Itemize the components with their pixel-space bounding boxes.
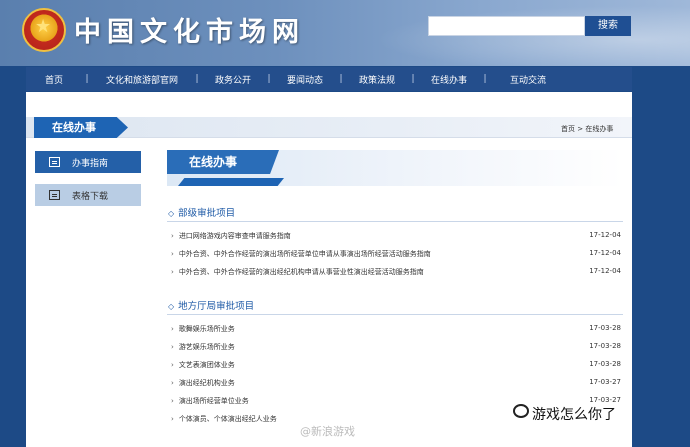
- list-item[interactable]: › 歌舞娱乐场所业务 17-03-28: [171, 324, 623, 336]
- national-emblem-icon: ★: [22, 8, 66, 52]
- list-item[interactable]: › 文艺表演团体业务 17-03-28: [171, 360, 623, 372]
- arrow-right-icon: ›: [171, 379, 174, 387]
- banner-title: 在线办事: [167, 150, 279, 174]
- watermark-center: @新浪游戏: [300, 425, 355, 438]
- nav-item-news[interactable]: 要闻动态: [274, 73, 336, 86]
- group-title-ministry: ◇ 部级审批项目: [168, 205, 235, 219]
- group-title-text: 地方厅局审批项目: [178, 301, 255, 312]
- nav-item-policy[interactable]: 政策法规: [346, 73, 408, 86]
- list-item-date: 17-03-27: [589, 378, 621, 386]
- main-nav: 首页 | 文化和旅游部官网 | 政务公开 | 要闻动态 | 政策法规 | 在线办…: [26, 67, 632, 91]
- list-item[interactable]: › 游艺娱乐场所业务 17-03-28: [171, 342, 623, 354]
- arrow-right-icon: ›: [171, 415, 174, 423]
- arrow-right-icon: ›: [171, 325, 174, 333]
- list-item-title[interactable]: 中外合资、中外合作经营的演出经纪机构申请从事营业性演出经营活动服务指南: [179, 268, 424, 276]
- list-item-date: 17-03-28: [589, 324, 621, 332]
- list-item[interactable]: › 中外合资、中外合作经营的演出经纪机构申请从事营业性演出经营活动服务指南 17-…: [171, 267, 623, 279]
- site-title[interactable]: 中国文化市场网: [74, 10, 305, 49]
- list-item[interactable]: › 进口网络游戏内容审查申请服务指南 17-12-04: [171, 231, 623, 243]
- nav-separator: |: [339, 74, 343, 84]
- nav-separator: |: [267, 74, 271, 84]
- list-item-title[interactable]: 个体演员、个体演出经纪人业务: [179, 415, 277, 423]
- arrow-right-icon: ›: [171, 250, 174, 258]
- list-item-title[interactable]: 中外合资、中外合作经营的演出场所经营单位申请从事演出场所经营活动服务指南: [179, 250, 431, 258]
- nav-item-online-service[interactable]: 在线办事: [418, 73, 480, 86]
- list-item-date: 17-03-28: [589, 342, 621, 350]
- list-item[interactable]: › 演出经纪机构业务 17-03-27: [171, 378, 623, 390]
- site-header: ★ 中国文化市场网 搜索: [0, 0, 690, 66]
- sidebar-item-form-download[interactable]: 表格下载: [35, 184, 141, 206]
- banner-stripe: [178, 178, 284, 186]
- list-item-title[interactable]: 文艺表演团体业务: [179, 361, 235, 369]
- arrow-right-icon: ›: [171, 232, 174, 240]
- nav-separator: |: [411, 74, 415, 84]
- diamond-icon: ◇: [168, 302, 175, 311]
- list-item-title[interactable]: 进口网络游戏内容审查申请服务指南: [179, 232, 291, 240]
- list-item-title[interactable]: 游艺娱乐场所业务: [179, 343, 235, 351]
- arrow-right-icon: ›: [171, 397, 174, 405]
- arrow-right-icon: ›: [171, 343, 174, 351]
- arrow-right-icon: ›: [171, 361, 174, 369]
- search-input[interactable]: [428, 16, 585, 36]
- sidebar-item-label: 表格下载: [72, 191, 109, 202]
- list-item-date: 17-03-28: [589, 360, 621, 368]
- group-divider: [167, 314, 623, 315]
- nav-item-gov-affairs[interactable]: 政务公开: [202, 73, 264, 86]
- nav-separator: |: [483, 74, 487, 84]
- form-icon: [49, 190, 60, 200]
- arrow-right-icon: ›: [171, 268, 174, 276]
- list-item-title[interactable]: 演出场所经营单位业务: [179, 397, 249, 405]
- group-divider: [167, 221, 623, 222]
- wechat-icon: [513, 404, 529, 418]
- section-title: 在线办事: [34, 117, 128, 138]
- list-item-date: 17-12-04: [589, 231, 621, 239]
- nav-item-home[interactable]: 首页: [26, 73, 82, 86]
- list-item-date: 17-12-04: [589, 267, 621, 275]
- sidebar-item-label: 办事指南: [72, 158, 109, 169]
- diamond-icon: ◇: [168, 209, 175, 218]
- list-item-title[interactable]: 歌舞娱乐场所业务: [179, 325, 235, 333]
- breadcrumb[interactable]: 首页 > 在线办事: [561, 124, 613, 134]
- list-item-date: 17-03-27: [589, 396, 621, 404]
- nav-item-interaction[interactable]: 互动交流: [490, 73, 566, 86]
- group-title-local: ◇ 地方厅局审批项目: [168, 298, 254, 312]
- nav-separator: |: [85, 74, 89, 84]
- document-icon: [49, 157, 60, 167]
- list-item-date: 17-12-04: [589, 249, 621, 257]
- watermark-right: 游戏怎么你了: [532, 407, 616, 423]
- sidebar-item-guide[interactable]: 办事指南: [35, 151, 141, 173]
- nav-item-ministry-site[interactable]: 文化和旅游部官网: [92, 73, 192, 86]
- search-button[interactable]: 搜索: [585, 16, 631, 36]
- nav-separator: |: [195, 74, 199, 84]
- list-item[interactable]: › 中外合资、中外合作经营的演出场所经营单位申请从事演出场所经营活动服务指南 17…: [171, 249, 623, 261]
- group-title-text: 部级审批项目: [178, 208, 236, 219]
- list-item-title[interactable]: 演出经纪机构业务: [179, 379, 235, 387]
